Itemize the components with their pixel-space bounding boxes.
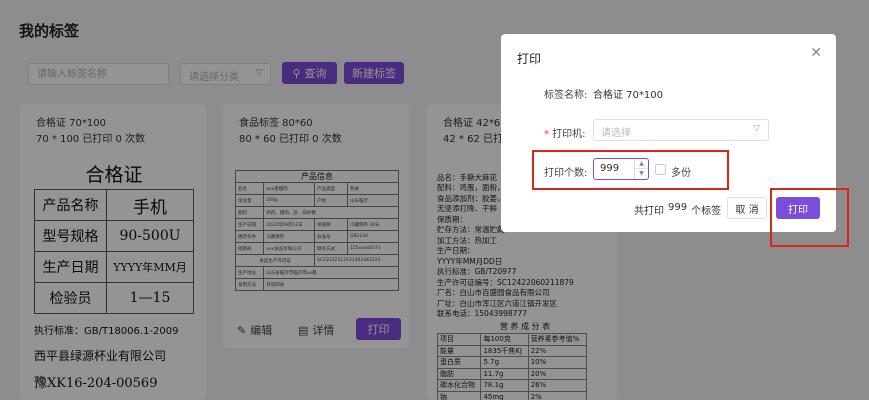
total-value: 999 [668,202,688,213]
label-name-value: 合格证 70*100 [593,90,663,101]
highlight-box [532,150,729,190]
highlight-box [770,188,849,247]
printer-label-text: 打印机: [552,129,586,140]
required-mark: * [544,129,549,140]
cancel-button-label: 取 消 [735,204,759,216]
printer-label: * 打印机: [544,125,586,140]
label-name-label: 标签名称: [544,90,588,101]
printer-select[interactable]: 请选择 ▽ [593,119,769,141]
total-prefix: 共打印 [634,206,664,217]
chevron-down-icon: ▽ [753,124,760,134]
cancel-button[interactable]: 取 消 [727,197,767,219]
total-suffix: 个标签 [691,206,722,217]
close-icon[interactable]: ✕ [810,45,822,61]
dialog-title: 打印 [517,52,542,66]
total-summary: 共打印 999 个标签 [634,202,721,217]
printer-select-placeholder: 请选择 [601,128,631,139]
